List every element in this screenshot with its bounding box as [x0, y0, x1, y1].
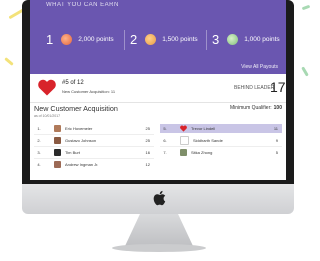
- reward-2: 2 1,500 points: [130, 31, 198, 47]
- decorative-mark: [4, 57, 14, 66]
- row-score: 25: [145, 126, 150, 131]
- leaderboard-row[interactable]: 3. Tim Burt 16: [34, 148, 154, 157]
- decorative-mark: [301, 4, 311, 11]
- imac-screen: WHAT YOU CAN EARN 1 2,000 points 2 1,500…: [30, 0, 286, 180]
- my-score: New Customer Acquisition: 11: [62, 89, 116, 94]
- avatar: [54, 125, 61, 132]
- row-score: 12: [145, 162, 150, 167]
- reward-points: 1,500 points: [162, 35, 198, 43]
- my-rank-row: #5 of 12 New Customer Acquisition: 11 BE…: [30, 74, 286, 102]
- row-divider: [34, 134, 154, 135]
- row-name: Gustavo Johnson: [65, 138, 97, 143]
- contest-title: New Customer Acquisition: [34, 104, 118, 113]
- leaderboard-row[interactable]: 2. Gustavo Johnson 25: [34, 136, 154, 145]
- reward-rank: 2: [130, 31, 138, 47]
- row-name: Andrew Ingman Jr.: [65, 162, 99, 167]
- avatar: [54, 137, 61, 144]
- row-name: Sitka Zhong: [191, 150, 213, 155]
- row-divider: [34, 158, 154, 159]
- behind-leader-label: BEHIND LEADER: [234, 85, 275, 91]
- reward-rank: 3: [212, 31, 220, 47]
- banner-title: WHAT YOU CAN EARN: [46, 2, 119, 8]
- heart-icon: [180, 125, 187, 132]
- minimum-qualifier-value: 100: [273, 105, 282, 111]
- reward-points: 1,000 points: [244, 35, 280, 43]
- reward-3: 3 1,000 points: [212, 31, 280, 47]
- row-name: Siddharth Sande: [193, 138, 223, 143]
- contest-date: as of 10/01/2017: [34, 114, 61, 118]
- leaderboard-row[interactable]: 4. Andrew Ingman Jr. 12: [34, 160, 154, 169]
- imac-stand-base: [112, 244, 206, 252]
- reward-rank: 1: [46, 31, 54, 47]
- row-rank: 2.: [37, 138, 41, 143]
- leaderboard-row[interactable]: 7. Sitka Zhong 5: [160, 148, 282, 157]
- view-all-payouts-link[interactable]: View All Payouts: [241, 64, 278, 70]
- heart-icon: [38, 79, 56, 96]
- leaderboard-row-current-user[interactable]: 5. Trevor Lindell 11: [160, 124, 282, 133]
- avatar: [180, 149, 187, 156]
- avatar: [180, 136, 189, 145]
- my-rank: #5 of 12: [62, 80, 84, 86]
- row-name: Tim Burt: [65, 150, 80, 155]
- row-score: 11: [273, 126, 278, 131]
- prize-icon: [145, 33, 157, 45]
- row-rank: 3.: [37, 150, 41, 155]
- leaderboard-row[interactable]: 1. Eric Hovemeier 25: [34, 124, 154, 133]
- reward-1: 1 2,000 points: [46, 31, 114, 47]
- row-score: 25: [145, 138, 150, 143]
- row-divider: [34, 146, 154, 147]
- behind-leader-value: 17: [270, 79, 286, 95]
- row-rank: 5.: [163, 126, 167, 131]
- minimum-qualifier-label: Minimum Qualifier:: [229, 105, 272, 111]
- row-rank: 4.: [37, 162, 41, 167]
- row-rank: 1.: [37, 126, 41, 131]
- row-score: 16: [145, 150, 150, 155]
- row-name: Trevor Lindell: [191, 126, 216, 131]
- decorative-mark: [301, 66, 309, 77]
- minimum-qualifier: Minimum Qualifier: 100: [230, 105, 282, 111]
- row-divider: [160, 146, 282, 147]
- prize-icon: [61, 33, 73, 45]
- avatar: [54, 161, 61, 168]
- rewards-banner: WHAT YOU CAN EARN 1 2,000 points 2 1,500…: [30, 0, 286, 74]
- apple-logo-icon: [153, 190, 166, 206]
- row-rank: 6.: [163, 138, 167, 143]
- prize-icon: [227, 33, 239, 45]
- avatar: [54, 149, 61, 156]
- row-score: 9: [275, 138, 278, 143]
- row-name: Eric Hovemeier: [65, 126, 93, 131]
- row-rank: 7.: [163, 150, 167, 155]
- row-score: 5: [275, 150, 278, 155]
- divider: [30, 102, 286, 103]
- leaderboard-row[interactable]: 6. Siddharth Sande 9: [160, 136, 282, 145]
- imac-stand: [125, 214, 193, 246]
- reward-points: 2,000 points: [78, 35, 114, 43]
- divider: [124, 30, 125, 50]
- divider: [206, 30, 207, 50]
